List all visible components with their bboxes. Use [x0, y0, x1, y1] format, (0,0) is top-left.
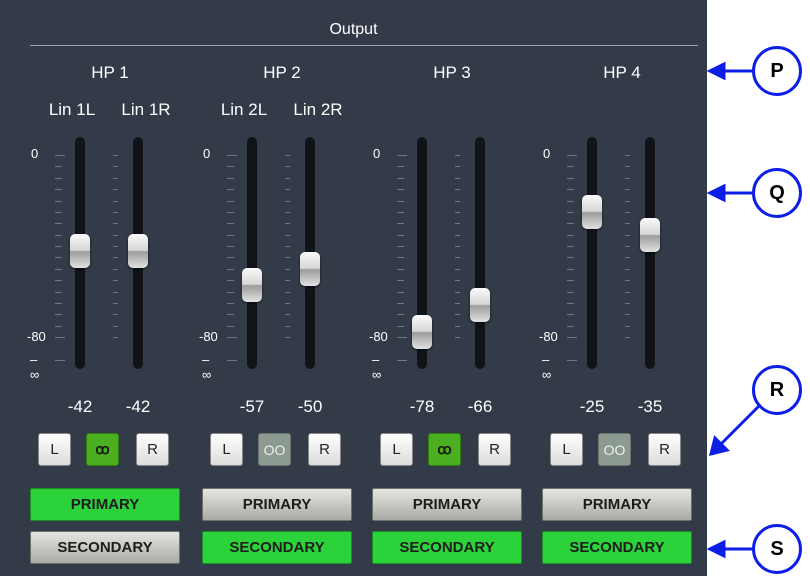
callout-q: Q	[752, 168, 802, 218]
arrowhead-s	[706, 539, 726, 559]
callout-r: R	[752, 365, 802, 415]
arrowhead-q	[706, 183, 726, 203]
callout-s: S	[752, 524, 802, 574]
callout-arrows	[706, 61, 762, 559]
callout-p: P	[752, 46, 802, 96]
arrow-r	[718, 403, 762, 447]
arrowhead-p	[706, 61, 726, 81]
